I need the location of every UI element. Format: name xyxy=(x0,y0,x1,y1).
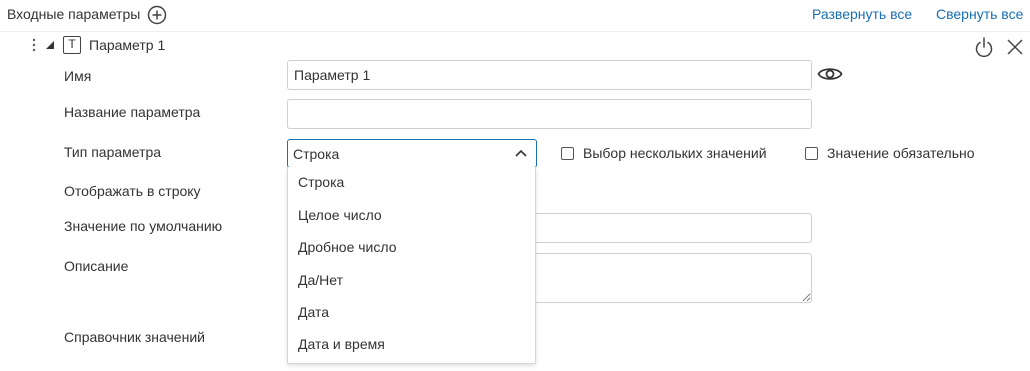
param-title-label: Название параметра xyxy=(64,104,201,120)
close-icon[interactable] xyxy=(1006,38,1024,56)
chevron-up-icon xyxy=(515,149,527,157)
param-title-input[interactable] xyxy=(287,99,812,129)
multi-select-checkbox[interactable] xyxy=(561,147,574,160)
eye-icon[interactable] xyxy=(817,65,843,83)
text-type-icon: T xyxy=(63,36,81,54)
name-label: Имя xyxy=(64,68,92,84)
reference-label: Справочник значений xyxy=(64,329,205,345)
header-divider xyxy=(0,31,1030,32)
collapse-triangle-icon[interactable] xyxy=(45,40,55,50)
option-integer[interactable]: Целое число xyxy=(298,207,382,223)
type-label: Тип параметра xyxy=(64,144,162,160)
option-datetime[interactable]: Дата и время xyxy=(298,336,385,352)
option-boolean[interactable]: Да/Нет xyxy=(298,272,343,288)
option-decimal[interactable]: Дробное число xyxy=(298,239,397,255)
type-select-value: Строка xyxy=(293,146,340,162)
expand-all-link[interactable]: Развернуть все xyxy=(812,6,912,22)
drag-handle-icon[interactable] xyxy=(31,38,37,52)
multi-select-label: Выбор нескольких значений xyxy=(583,145,767,161)
type-dropdown-menu: Строка Целое число Дробное число Да/Нет … xyxy=(287,167,536,364)
display-in-row-label: Отображать в строку xyxy=(64,183,201,199)
option-string[interactable]: Строка xyxy=(298,174,344,190)
type-select[interactable]: Строка xyxy=(287,139,537,168)
required-checkbox[interactable] xyxy=(805,147,818,160)
required-label: Значение обязательно xyxy=(827,145,975,161)
collapse-all-link[interactable]: Свернуть все xyxy=(936,6,1023,22)
section-title: Входные параметры xyxy=(7,6,141,22)
parameter-title: Параметр 1 xyxy=(89,37,166,53)
name-input[interactable] xyxy=(287,60,812,90)
description-label: Описание xyxy=(64,258,129,274)
power-icon[interactable] xyxy=(974,36,994,58)
add-circle-icon[interactable] xyxy=(147,5,167,25)
default-value-label: Значение по умолчанию xyxy=(64,218,223,234)
option-date[interactable]: Дата xyxy=(298,304,329,320)
